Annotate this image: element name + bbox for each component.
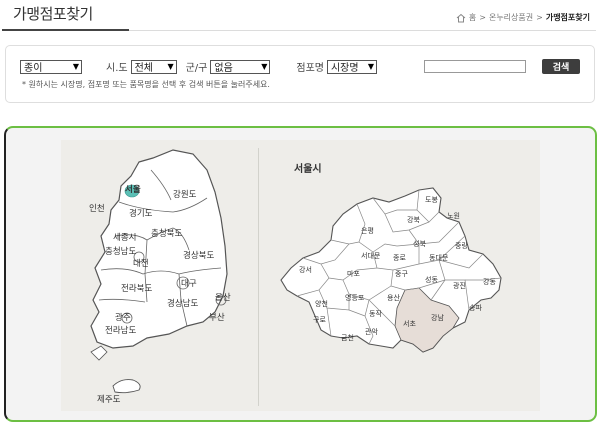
breadcrumb-home[interactable]: 홈 <box>469 12 476 23</box>
search-button[interactable]: 검색 <box>542 59 580 74</box>
frame-accent <box>4 126 266 128</box>
gugun-label: 군/구 <box>185 63 208 74</box>
map-label-gyeonggi[interactable]: 경기도 <box>129 208 153 219</box>
district-label-eunpyeong[interactable]: 은평 <box>361 226 374 235</box>
map-label-gangwon[interactable]: 강원도 <box>173 189 197 200</box>
district-label-gwanak[interactable]: 관악 <box>365 327 378 336</box>
district-label-seongbuk[interactable]: 성북 <box>413 239 426 248</box>
map-label-gyeongbuk[interactable]: 경상북도 <box>183 250 214 261</box>
district-label-dobong[interactable]: 도봉 <box>425 196 438 204</box>
map-frame: 서울 인천 강원도 경기도 세종시 충청북도 충청남도 대전 경상북도 대구 전… <box>4 126 597 422</box>
district-label-yangcheon[interactable]: 양천 <box>315 299 328 308</box>
search-row: 종이 ▼ 시.도 전체 ▼ 군/구 없음 ▼ 점포명 시장명 ▼ <box>20 59 377 74</box>
district-label-gwangjin[interactable]: 광진 <box>453 281 466 290</box>
page-title: 가맹점포찾기 <box>13 5 93 23</box>
title-rule <box>129 30 596 31</box>
search-panel: 종이 ▼ 시.도 전체 ▼ 군/구 없음 ▼ 점포명 시장명 ▼ 검색 * 원하… <box>5 45 595 103</box>
district-label-guro[interactable]: 구로 <box>313 316 326 324</box>
district-label-jongno[interactable]: 종로 <box>393 254 406 262</box>
breadcrumb-separator: > <box>479 13 486 22</box>
district-label-songpa[interactable]: 송파 <box>469 303 482 312</box>
breadcrumb-section[interactable]: 온누리상품권 <box>489 12 533 23</box>
type-select[interactable]: 종이 ▼ <box>20 59 82 74</box>
seoul-map-title: 서울시 <box>294 162 322 175</box>
sido-select-value: 전체 <box>134 63 153 74</box>
breadcrumb-separator: > <box>536 13 543 22</box>
breadcrumb: 홈 > 온누리상품권 > 가맹점포찾기 <box>456 12 590 23</box>
map-label-chungbuk[interactable]: 충청북도 <box>151 229 182 239</box>
store-select[interactable]: 시장명 ▼ <box>326 59 377 74</box>
district-label-jung[interactable]: 중구 <box>395 270 408 278</box>
gugun-select[interactable]: 없음 ▼ <box>210 59 271 74</box>
district-label-gangdong[interactable]: 강동 <box>483 277 496 286</box>
map-label-ulsan[interactable]: 울산 <box>215 292 231 303</box>
district-label-dongjak[interactable]: 동작 <box>369 309 382 318</box>
map-label-busan[interactable]: 부산 <box>209 312 225 323</box>
district-label-jungnang[interactable]: 중랑 <box>455 242 468 250</box>
district-label-mapo[interactable]: 마포 <box>347 269 360 278</box>
home-icon[interactable] <box>456 13 466 23</box>
store-select-value: 시장명 <box>330 63 359 74</box>
map-panel: 서울 인천 강원도 경기도 세종시 충청북도 충청남도 대전 경상북도 대구 전… <box>61 140 540 411</box>
district-label-gangseo[interactable]: 강서 <box>299 265 312 274</box>
gugun-select-value: 없음 <box>214 63 233 74</box>
jeju-outline <box>112 379 141 394</box>
island-outline <box>90 345 108 361</box>
type-select-value: 종이 <box>24 63 43 74</box>
chevron-down-icon: ▼ <box>261 62 268 71</box>
search-hint: * 원하시는 시장명, 점포명 또는 품목명을 선택 후 검색 버튼을 눌러주세… <box>22 80 270 89</box>
store-label: 점포명 <box>296 63 324 74</box>
map-label-gwangju[interactable]: 광주 <box>115 312 131 323</box>
district-label-gangbuk[interactable]: 강북 <box>407 215 420 224</box>
korea-map: 서울 인천 강원도 경기도 세종시 충청북도 충청남도 대전 경상북도 대구 전… <box>89 149 231 405</box>
chevron-down-icon: ▼ <box>367 62 374 71</box>
chevron-down-icon: ▼ <box>72 62 79 71</box>
title-underline <box>2 29 129 31</box>
sido-label: 시.도 <box>106 63 128 74</box>
district-label-seodaemun[interactable]: 서대문 <box>361 251 381 260</box>
map-label-jeonbuk[interactable]: 전라북도 <box>121 283 152 294</box>
breadcrumb-current: 가맹점포찾기 <box>545 13 590 22</box>
district-label-dongdaemun[interactable]: 동대문 <box>429 254 449 262</box>
district-label-gangnam[interactable]: 강남 <box>431 313 444 322</box>
map-label-daegu[interactable]: 대구 <box>181 279 197 289</box>
district-label-yeongdeungpo[interactable]: 영등포 <box>345 293 365 302</box>
seoul-map: 서울시 도봉 강북 노원 은평 성북 중랑 서대문 종로 동대문 강서 마포 중… <box>280 162 502 353</box>
map-label-daejeon[interactable]: 대전 <box>133 258 149 269</box>
map-label-seoul[interactable]: 서울 <box>125 184 141 195</box>
chevron-down-icon: ▼ <box>167 62 174 71</box>
district-label-seocho[interactable]: 서초 <box>403 319 416 328</box>
frame-accent <box>4 420 266 422</box>
sido-select[interactable]: 전체 ▼ <box>130 59 177 74</box>
map-label-chungnam[interactable]: 충청남도 <box>105 247 136 257</box>
map-label-gyeongnam[interactable]: 경상남도 <box>167 298 198 309</box>
map-label-jeju[interactable]: 제주도 <box>97 395 121 405</box>
map-divider <box>258 148 259 406</box>
map-label-incheon[interactable]: 인천 <box>89 203 105 214</box>
district-label-yongsan[interactable]: 용산 <box>387 293 400 302</box>
district-label-seongdong[interactable]: 성동 <box>425 275 438 284</box>
map-label-sejong[interactable]: 세종시 <box>113 233 136 243</box>
district-label-nowon[interactable]: 노원 <box>447 211 460 220</box>
map-label-jeonnam[interactable]: 전라남도 <box>105 325 136 336</box>
district-label-geumcheon[interactable]: 금천 <box>341 333 354 342</box>
search-input[interactable] <box>424 60 526 73</box>
